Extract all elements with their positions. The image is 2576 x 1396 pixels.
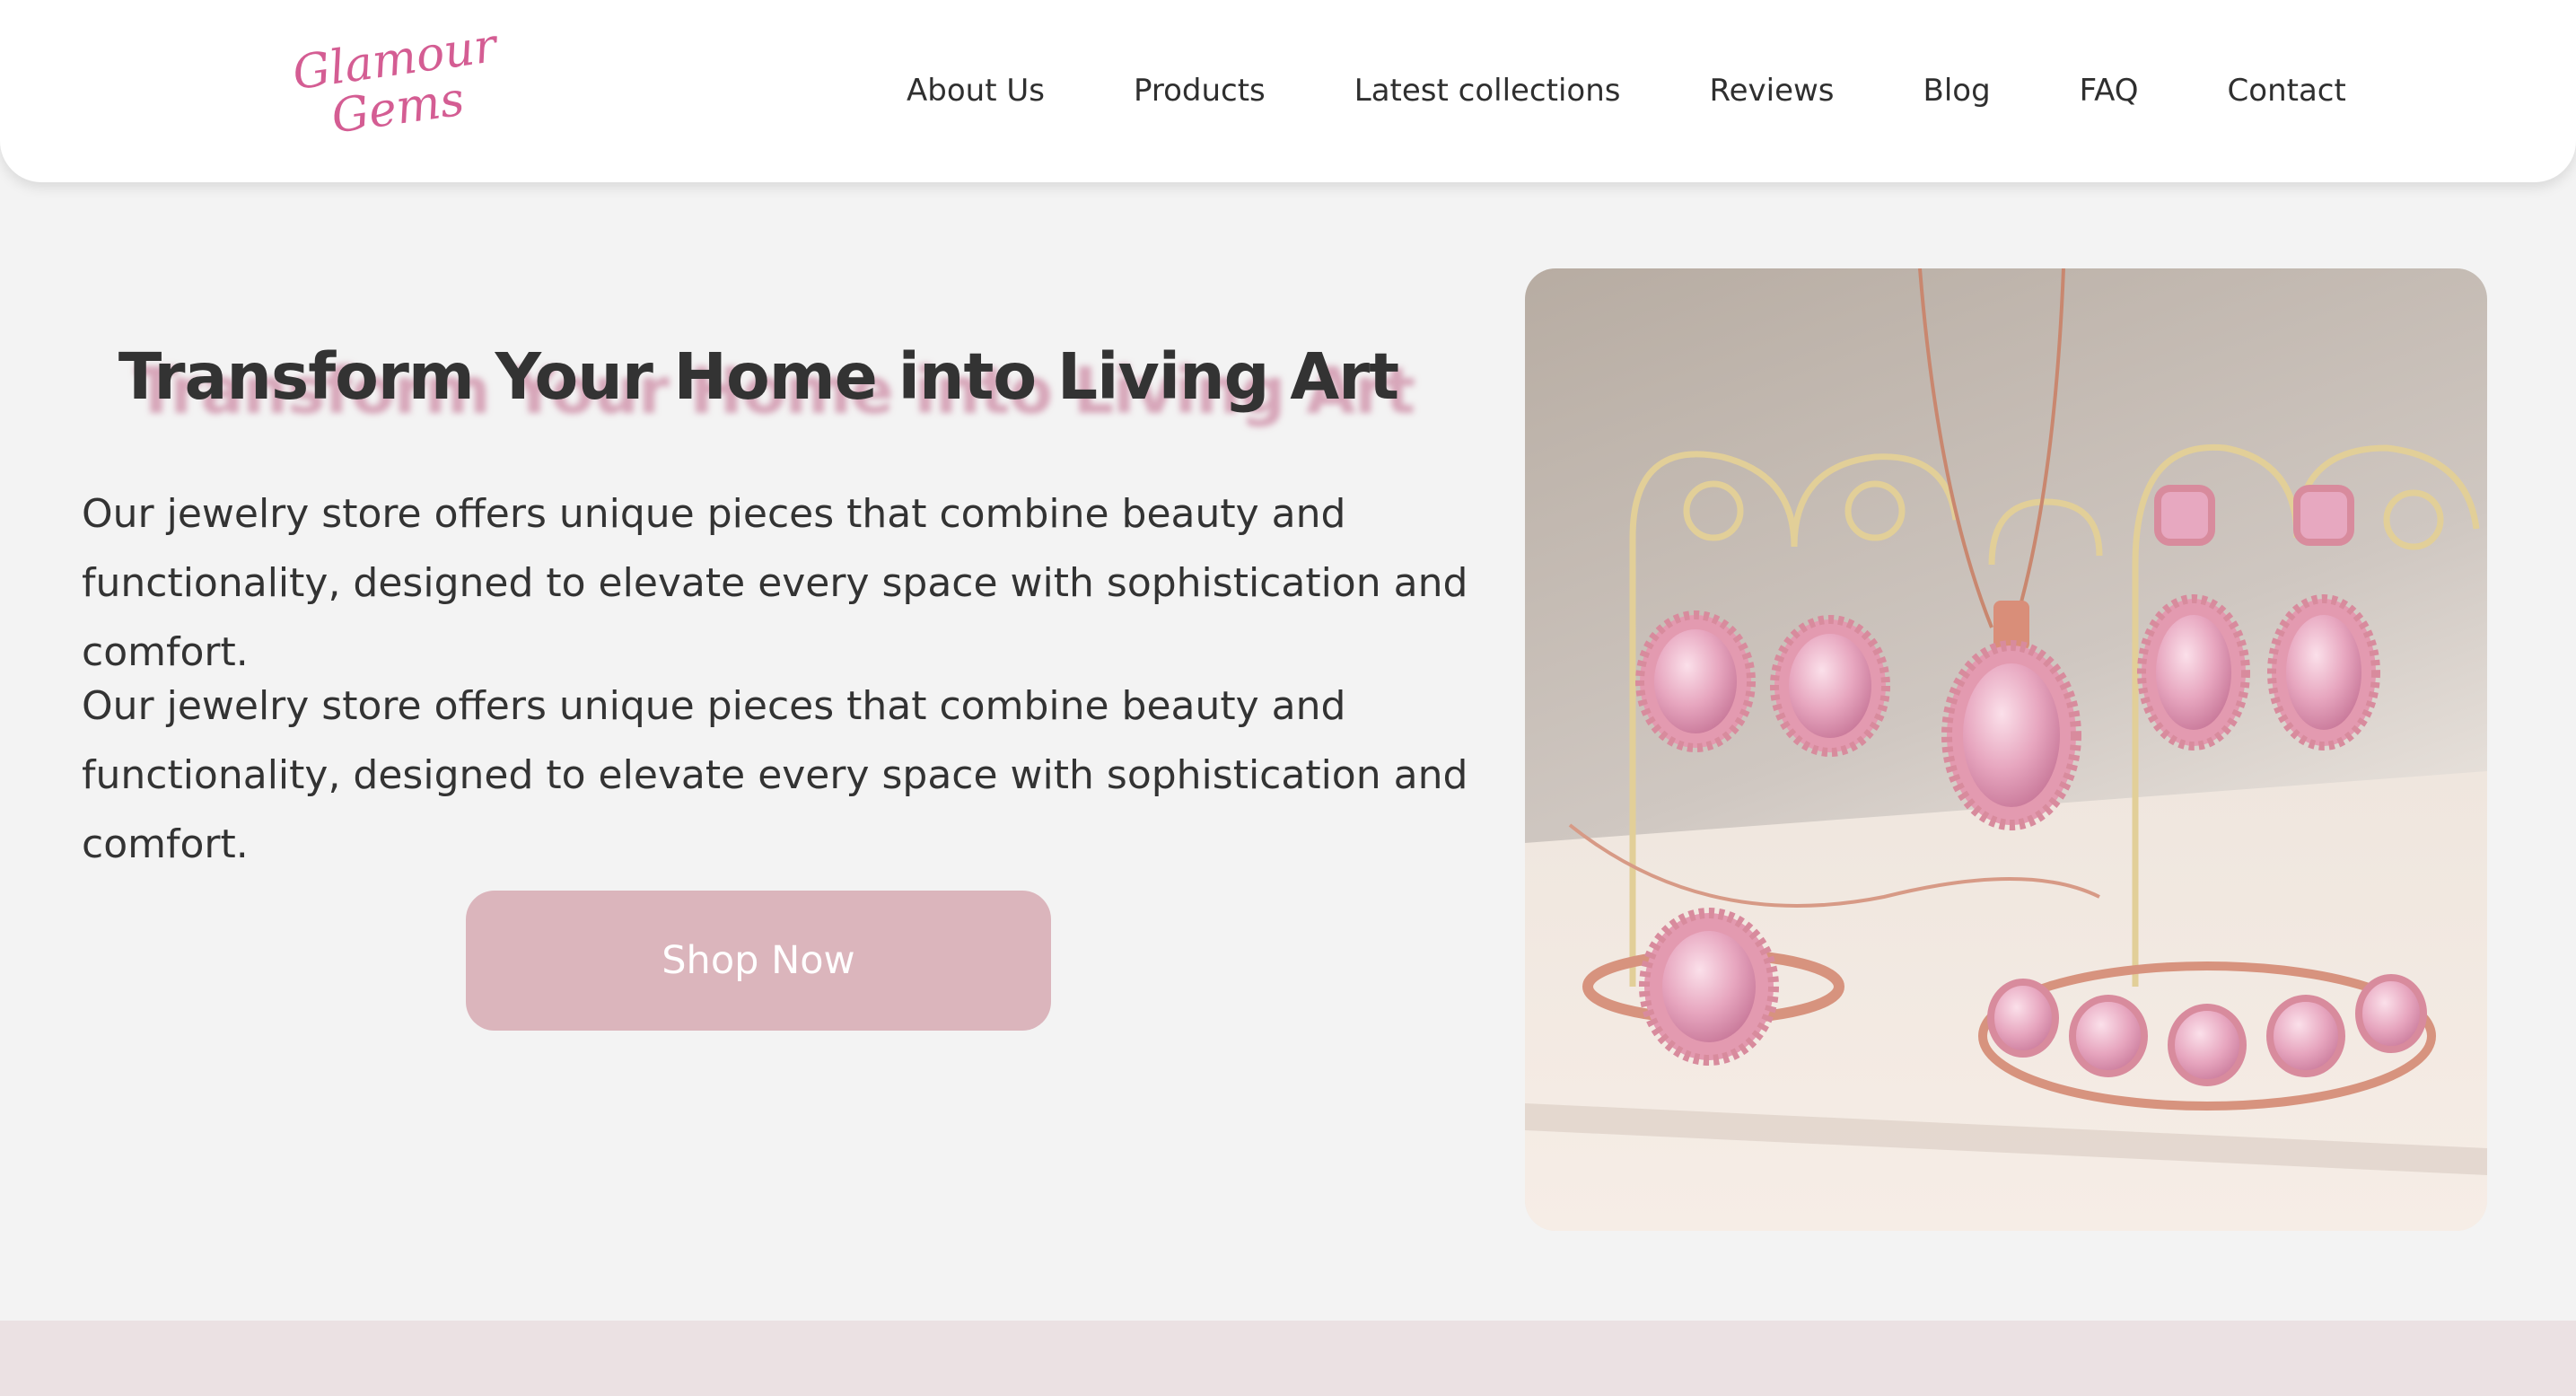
nav-contact[interactable]: Contact [2228, 68, 2346, 113]
hero-paragraph-2: Our jewelry store offers unique pieces t… [82, 683, 1468, 867]
jewelry-photo-icon [1525, 268, 2487, 1231]
next-section-band [0, 1321, 2576, 1396]
hero-paragraph-1: Our jewelry store offers unique pieces t… [82, 491, 1468, 675]
site-header: Glamour Gems About Us Products Latest co… [0, 0, 2576, 182]
nav-latest-collections[interactable]: Latest collections [1354, 68, 1621, 113]
nav-blog[interactable]: Blog [1923, 68, 1991, 113]
nav-faq[interactable]: FAQ [2080, 68, 2139, 113]
main-nav: About Us Products Latest collections Rev… [907, 68, 2346, 113]
nav-about-us[interactable]: About Us [907, 68, 1045, 113]
hero-title: Transform Your Home into Living Art [118, 339, 1399, 414]
nav-reviews[interactable]: Reviews [1709, 68, 1834, 113]
logo[interactable]: Glamour Gems [281, 8, 500, 169]
jewelry-set-image [1525, 268, 2487, 1231]
nav-products[interactable]: Products [1134, 68, 1266, 113]
shop-now-button[interactable]: Shop Now [466, 891, 1051, 1031]
